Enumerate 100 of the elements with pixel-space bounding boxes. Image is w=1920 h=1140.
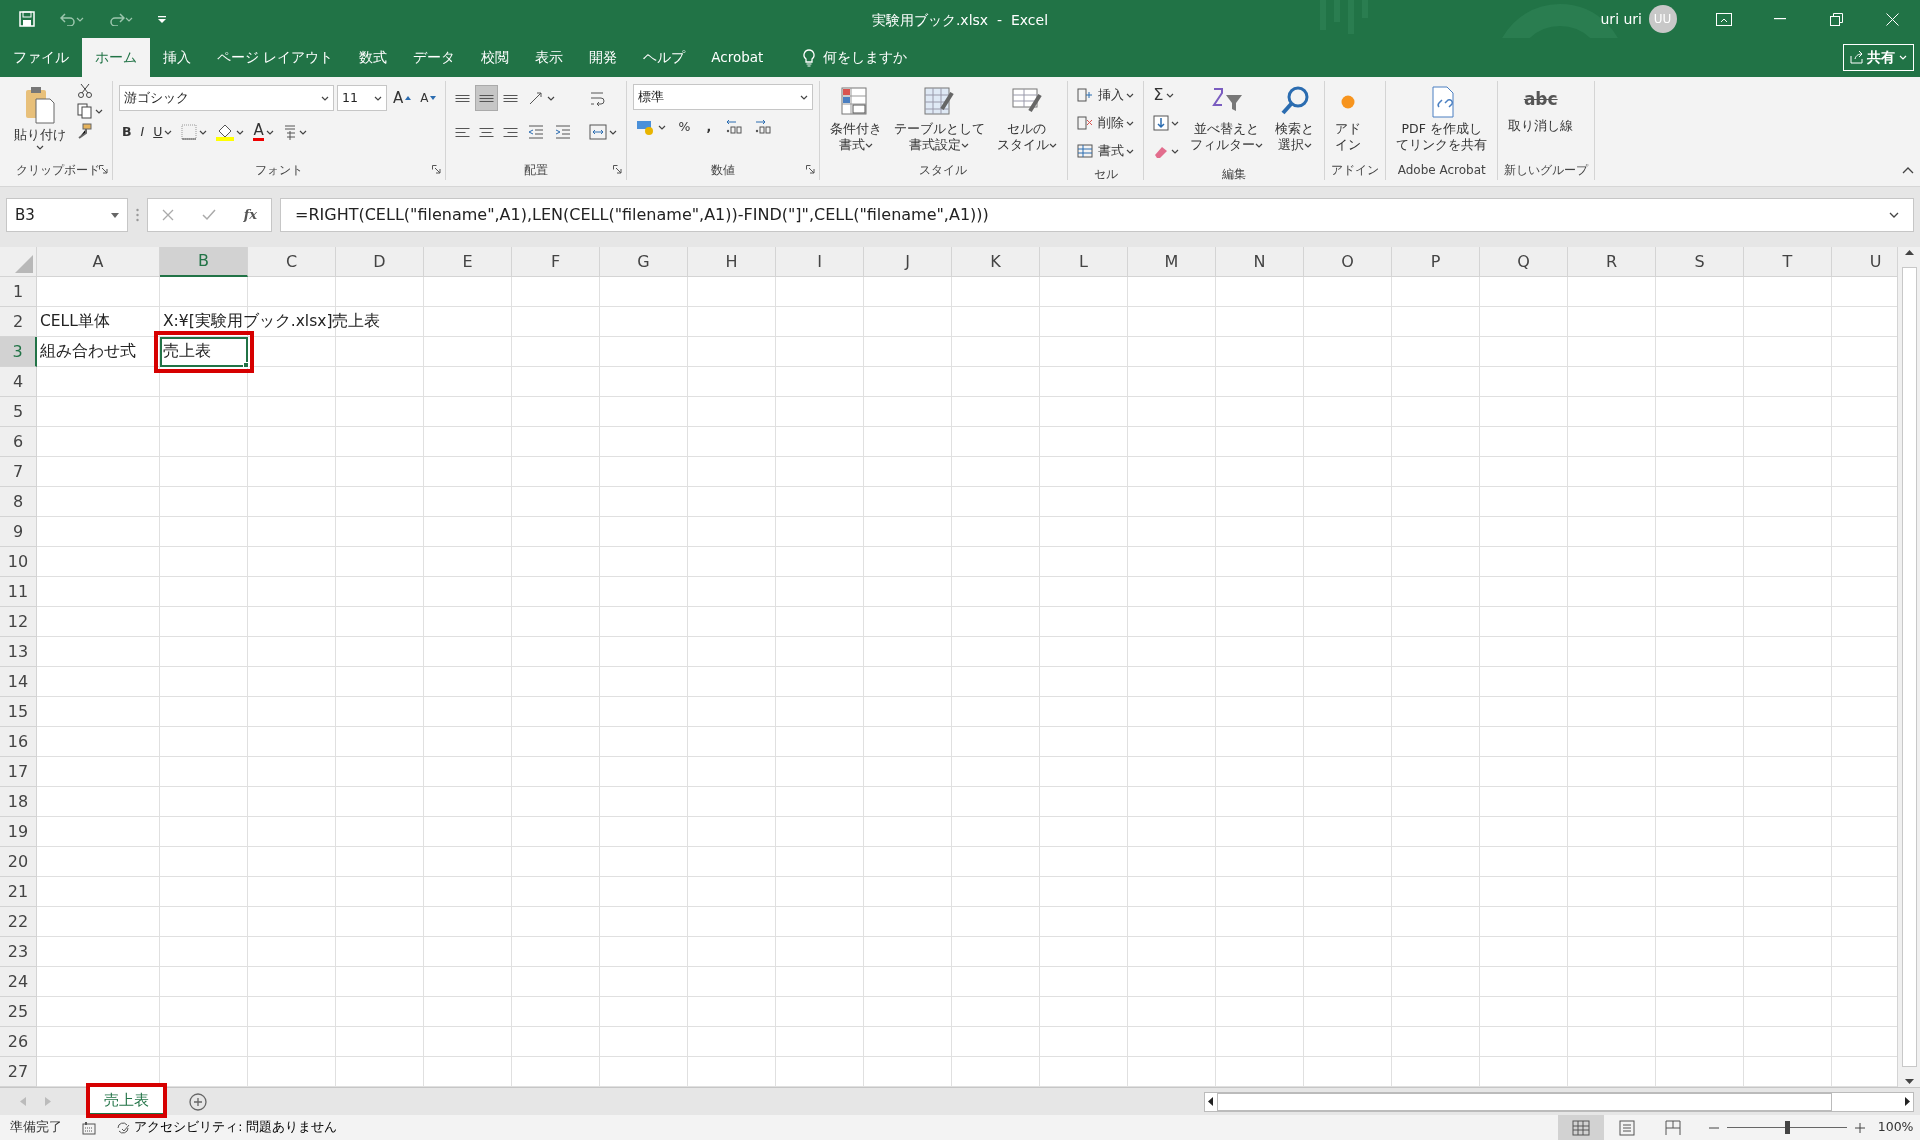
row-header[interactable]: 5 [0,397,37,427]
ribbon-tab[interactable]: Acrobat [698,38,777,77]
paste-button[interactable]: 貼り付け [10,81,70,160]
editing-button[interactable]: 並べ替えと フィルター [1186,81,1268,165]
column-header[interactable]: K [952,247,1040,277]
column-header[interactable]: F [512,247,600,277]
worksheet-grid[interactable]: A B C D E F G H I J K L M N O P Q R S T U 1 2 CELL単体 X:¥[実験用ブック.xlsx]売上表 3 組み合わせ式 売上表 4 5 6 7 8 9 10 11 12 13 14 15 16 17 18 19 20 21 22 23 24 25 26 27 [0,247,1897,1087]
style-button[interactable]: テーブルとして 書式設定 [890,81,989,160]
insert-function-button[interactable]: fx [243,205,258,225]
row-header[interactable]: 26 [0,1027,37,1057]
column-header[interactable]: J [864,247,952,277]
column-header[interactable]: I [776,247,864,277]
column-header[interactable]: D [336,247,424,277]
vertical-align-button[interactable] [476,86,498,110]
autosum-button[interactable]: Σ [1150,81,1183,109]
column-header[interactable]: G [600,247,688,277]
column-header[interactable]: T [1744,247,1832,277]
scroll-up-button[interactable] [1904,250,1914,255]
cells-button[interactable]: 挿入 [1074,81,1138,109]
row-header[interactable]: 22 [0,907,37,937]
column-header[interactable]: B [160,247,248,277]
row-header[interactable]: 7 [0,457,37,487]
row-header[interactable]: 20 [0,847,37,877]
share-button[interactable]: 共有 [1843,43,1914,71]
row-header[interactable]: 16 [0,727,37,757]
row-header[interactable]: 23 [0,937,37,967]
row-header[interactable]: 3 [0,337,37,367]
row-header[interactable]: 24 [0,967,37,997]
ribbon-tab[interactable]: ファイル [0,38,82,77]
column-header[interactable]: E [424,247,512,277]
create-pdf-button[interactable]: PDF を作成し てリンクを共有 [1392,81,1492,160]
style-button[interactable]: 条件付き 書式 [826,81,886,160]
scroll-down-button[interactable] [1904,1079,1914,1084]
column-header[interactable]: A [37,247,160,277]
ribbon-tab[interactable]: データ [400,38,469,77]
row-header[interactable]: 2 [0,307,37,337]
bold-button[interactable]: B [119,120,135,144]
row-header[interactable]: 10 [0,547,37,577]
column-header[interactable]: U [1832,247,1897,277]
row-header[interactable]: 13 [0,637,37,667]
row-header[interactable]: 12 [0,607,37,637]
addins-button[interactable]: アド イン [1331,81,1366,160]
active-cell-frame[interactable] [160,337,248,367]
column-header[interactable]: L [1040,247,1128,277]
collapse-ribbon-icon[interactable] [1901,167,1914,174]
formula-field[interactable]: =RIGHT(CELL("filename",A1),LEN(CELL("filename",A1))-FIND("]",CELL("filename",A1))) [280,198,1914,232]
ribbon-tab[interactable]: ヘルプ [630,38,699,77]
name-box[interactable]: B3 [6,198,128,232]
row-header[interactable]: 6 [0,427,37,457]
font-color-button[interactable]: A [250,121,277,143]
font-name-dropdown[interactable]: 游ゴシック [119,85,334,111]
vertical-scrollbar[interactable] [1897,247,1920,1087]
ribbon-tab[interactable]: 挿入 [150,38,204,77]
scrollbar-thumb[interactable] [1901,267,1917,1067]
editing-button[interactable]: 検索と 選択 [1271,81,1319,165]
column-header[interactable]: R [1568,247,1656,277]
row-header[interactable]: 15 [0,697,37,727]
style-button[interactable]: セルの スタイル [993,81,1061,160]
tell-me-button[interactable]: 何をしますか [789,38,920,77]
row-header[interactable]: 21 [0,877,37,907]
row-header[interactable]: 27 [0,1057,37,1087]
row-header[interactable]: 25 [0,997,37,1027]
column-header[interactable]: M [1128,247,1216,277]
cells-button[interactable]: 削除 [1074,109,1138,137]
row-header[interactable]: 9 [0,517,37,547]
column-header[interactable]: Q [1480,247,1568,277]
zoom-level[interactable]: 100% [1877,1118,1914,1137]
zoom-in-button[interactable] [1854,1122,1865,1133]
column-header[interactable]: O [1304,247,1392,277]
number-format-dropdown[interactable]: 標準 [633,84,813,111]
column-header[interactable]: H [688,247,776,277]
row-header[interactable]: 1 [0,277,37,307]
row-header[interactable]: 11 [0,577,37,607]
column-header[interactable]: N [1216,247,1304,277]
scrollbar-thumb[interactable] [1216,1092,1832,1111]
row-header[interactable]: 8 [0,487,37,517]
ribbon-tab[interactable]: ホーム [82,38,150,77]
strikethrough-button[interactable]: abc 取り消し線 [1504,81,1578,160]
row-header[interactable]: 14 [0,667,37,697]
ribbon-tab[interactable]: 開発 [576,38,631,77]
column-header[interactable]: C [248,247,336,277]
font-size-dropdown[interactable]: 11 [337,85,387,111]
underline-button[interactable]: U [150,120,176,144]
row-header[interactable]: 17 [0,757,37,787]
comma-button[interactable]: , [699,115,718,139]
percent-button[interactable]: % [672,115,697,139]
view-button[interactable] [1557,1115,1604,1140]
cells-button[interactable]: 書式 [1074,137,1138,165]
horizontal-scrollbar[interactable] [1204,1091,1914,1112]
fill-handle[interactable] [243,362,249,368]
italic-button[interactable]: I [137,120,148,144]
ribbon-tab[interactable]: 表示 [522,38,577,77]
ribbon-tab[interactable]: ページ レイアウト [204,38,347,77]
ribbon-tab[interactable]: 数式 [346,38,401,77]
shrink-font-button[interactable]: A [417,87,440,109]
row-header[interactable]: 19 [0,817,37,847]
column-header[interactable]: P [1392,247,1480,277]
grow-font-button[interactable]: A [390,84,415,112]
ribbon-tab[interactable]: 校閲 [468,38,523,77]
zoom-thumb[interactable] [1784,1121,1790,1134]
